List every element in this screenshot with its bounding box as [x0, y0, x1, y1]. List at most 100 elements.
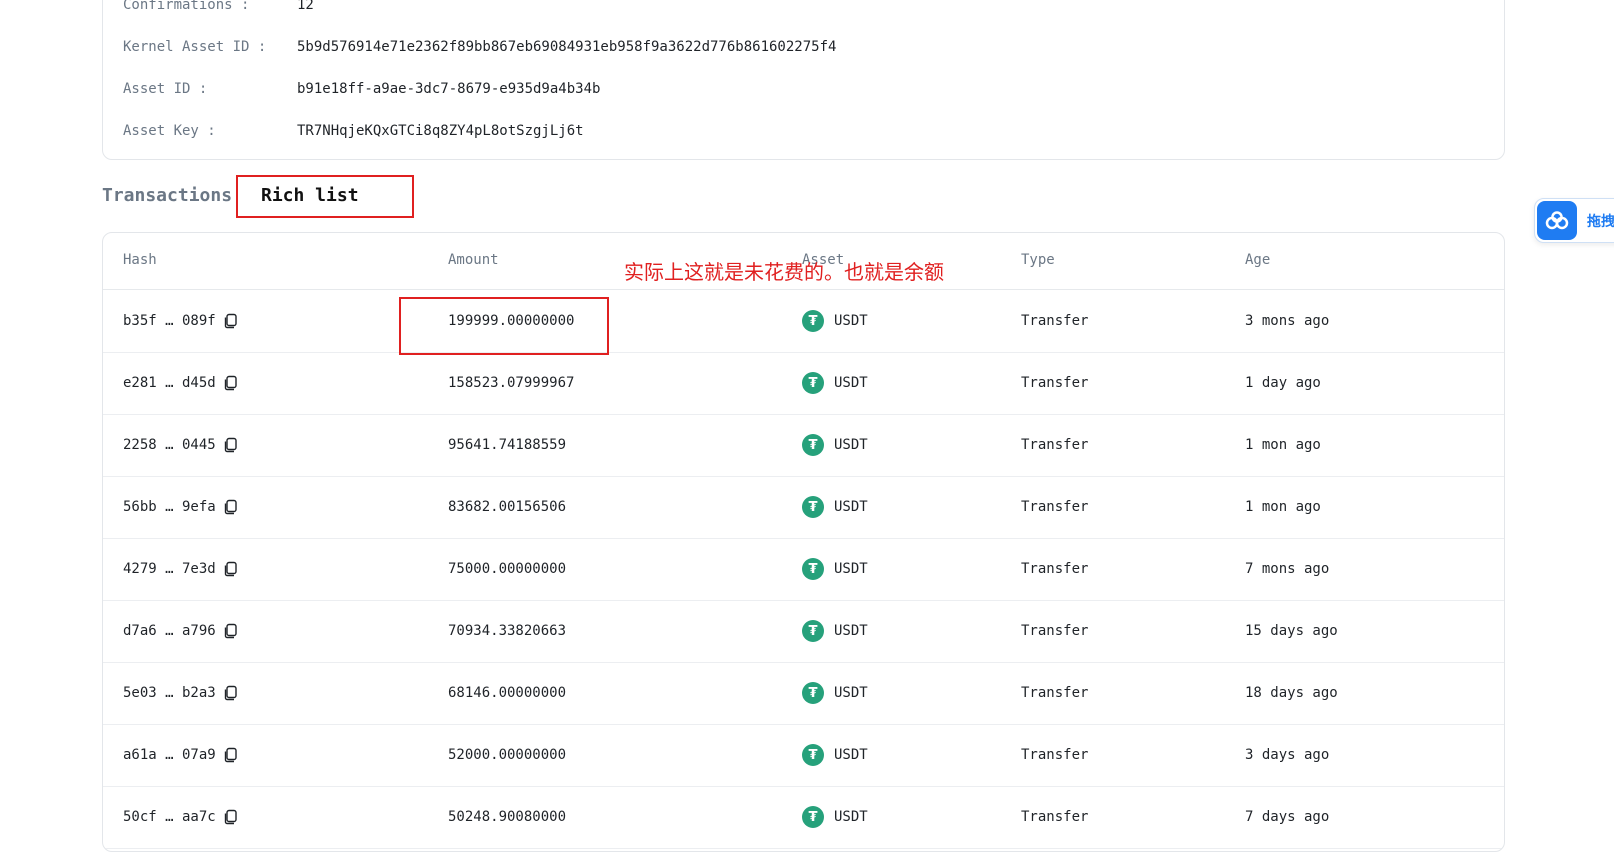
hash-link[interactable]: 5e03 … b2a3: [123, 685, 216, 701]
usdt-token-icon: ₮: [802, 434, 824, 456]
table-row[interactable]: e281 … d45d 158523.07999967 ₮ USDT Transfer 1…: [103, 352, 1504, 415]
amount-value: 95641.74188559: [448, 437, 567, 453]
usdt-token-icon: ₮: [802, 496, 824, 518]
hash-link[interactable]: 4279 … 7e3d: [123, 561, 216, 577]
type-cell: Transfer: [1021, 538, 1088, 600]
usdt-token-icon: ₮: [802, 558, 824, 580]
type-cell: Transfer: [1021, 352, 1088, 414]
asset-symbol: USDT: [834, 437, 868, 453]
kernel-asset-id-row: Kernel Asset ID : 5b9d576914e71e2362f89b…: [123, 37, 836, 57]
confirmations-row: Confirmations : 12: [123, 0, 314, 15]
type-cell: Transfer: [1021, 724, 1088, 786]
asset-symbol: USDT: [834, 809, 868, 825]
hash-cell: e281 … d45d: [123, 352, 238, 414]
type-value: Transfer: [1021, 623, 1089, 639]
amount-value: 52000.00000000: [448, 747, 567, 763]
asset-id-row: Asset ID : b91e18ff-a9ae-3dc7-8679-e935d…: [123, 79, 600, 99]
age-cell: 1 mon ago: [1245, 476, 1321, 538]
type-cell: Transfer: [1021, 476, 1088, 538]
asset-cell[interactable]: ₮ USDT: [802, 538, 868, 600]
asset-cell[interactable]: ₮ USDT: [802, 786, 868, 848]
hash-link[interactable]: a61a … 07a9: [123, 747, 216, 763]
table-row[interactable]: 4279 … 7e3d 75000.00000000 ₮ USDT Transfer 7 …: [103, 538, 1504, 601]
asset-cell[interactable]: ₮ USDT: [802, 476, 868, 538]
age-value: 1 mon ago: [1245, 499, 1321, 515]
asset-key-value: TR7NHqjeKQxGTCi8q8ZY4pL8otSzgjLj6t: [297, 123, 584, 139]
age-cell: 3 mons ago: [1245, 290, 1329, 352]
table-row[interactable]: 5e03 … b2a3 68146.00000000 ₮ USDT Transfer 18…: [103, 662, 1504, 725]
rich-list-table: Hash Amount Asset Type Age b35f … 089f 19…: [102, 232, 1505, 852]
type-cell: Transfer: [1021, 414, 1088, 476]
usdt-token-icon: ₮: [802, 310, 824, 332]
type-value: Transfer: [1021, 499, 1089, 515]
hash-link[interactable]: 56bb … 9efa: [123, 499, 216, 515]
table-row[interactable]: 2258 … 0445 95641.74188559 ₮ USDT Transfer 1 …: [103, 414, 1504, 477]
header-age: Age: [1245, 252, 1271, 268]
age-cell: 7 mons ago: [1245, 538, 1329, 600]
copy-icon[interactable]: [222, 809, 238, 825]
hash-cell: 2258 … 0445: [123, 414, 238, 476]
table-row[interactable]: 56bb … 9efa 83682.00156506 ₮ USDT Transfer 1 …: [103, 476, 1504, 539]
age-cell: 7 days ago: [1245, 786, 1329, 848]
copy-icon[interactable]: [222, 499, 238, 515]
copy-icon[interactable]: [222, 313, 238, 329]
copy-icon[interactable]: [222, 685, 238, 701]
asset-id-value: b91e18ff-a9ae-3dc7-8679-e935d9a4b34b: [297, 81, 601, 97]
type-cell: Transfer: [1021, 662, 1088, 724]
copy-icon[interactable]: [222, 623, 238, 639]
type-value: Transfer: [1021, 437, 1089, 453]
asset-key-label: Asset Key :: [123, 123, 216, 139]
asset-cell[interactable]: ₮ USDT: [802, 724, 868, 786]
floating-drag-widget[interactable]: 拖拽: [1534, 198, 1614, 243]
age-cell: 18 days ago: [1245, 662, 1338, 724]
type-value: Transfer: [1021, 747, 1089, 763]
annotation-box-tab: [236, 175, 414, 218]
amount-cell: 95641.74188559: [448, 414, 566, 476]
type-value: Transfer: [1021, 685, 1089, 701]
type-cell: Transfer: [1021, 600, 1088, 662]
copy-icon[interactable]: [222, 747, 238, 763]
header-hash: Hash: [123, 252, 157, 268]
asset-symbol: USDT: [834, 561, 868, 577]
asset-cell[interactable]: ₮ USDT: [802, 662, 868, 724]
hash-cell: 5e03 … b2a3: [123, 662, 238, 724]
table-row[interactable]: a61a … 07a9 52000.00000000 ₮ USDT Transfer 3 …: [103, 724, 1504, 787]
age-value: 1 day ago: [1245, 375, 1321, 391]
amount-cell: 158523.07999967: [448, 352, 574, 414]
amount-value: 83682.00156506: [448, 499, 567, 515]
confirmations-label: Confirmations :: [123, 0, 250, 13]
asset-cell[interactable]: ₮ USDT: [802, 290, 868, 352]
table-row[interactable]: 50cf … aa7c 50248.90080000 ₮ USDT Transfer 7 …: [103, 786, 1504, 849]
hash-link[interactable]: b35f … 089f: [123, 313, 216, 329]
asset-cell[interactable]: ₮ USDT: [802, 352, 868, 414]
table-row[interactable]: d7a6 … a796 70934.33820663 ₮ USDT Transfer 15…: [103, 600, 1504, 663]
annotation-box-amount: [399, 297, 609, 355]
copy-icon[interactable]: [222, 375, 238, 391]
usdt-token-icon: ₮: [802, 620, 824, 642]
age-value: 7 mons ago: [1245, 561, 1330, 577]
hash-cell: 4279 … 7e3d: [123, 538, 238, 600]
asset-symbol: USDT: [834, 375, 868, 391]
asset-symbol: USDT: [834, 313, 868, 329]
amount-value: 75000.00000000: [448, 561, 567, 577]
hash-link[interactable]: d7a6 … a796: [123, 623, 216, 639]
asset-cell[interactable]: ₮ USDT: [802, 414, 868, 476]
table-row[interactable]: b35f … 089f 199999.00000000 ₮ USDT Transfer 3…: [103, 290, 1504, 353]
usdt-token-icon: ₮: [802, 372, 824, 394]
tab-transactions[interactable]: Transactions: [102, 182, 232, 210]
widget-label: 拖拽: [1587, 214, 1614, 230]
copy-icon[interactable]: [222, 561, 238, 577]
hash-cell: b35f … 089f: [123, 290, 238, 352]
age-value: 7 days ago: [1245, 809, 1330, 825]
asset-cell[interactable]: ₮ USDT: [802, 600, 868, 662]
usdt-token-icon: ₮: [802, 806, 824, 828]
age-value: 3 days ago: [1245, 747, 1330, 763]
hash-link[interactable]: 2258 … 0445: [123, 437, 216, 453]
type-value: Transfer: [1021, 313, 1089, 329]
kernel-asset-id-value: 5b9d576914e71e2362f89bb867eb69084931eb95…: [297, 39, 837, 55]
hash-link[interactable]: e281 … d45d: [123, 375, 216, 391]
copy-icon[interactable]: [222, 437, 238, 453]
hash-link[interactable]: 50cf … aa7c: [123, 809, 216, 825]
amount-cell: 50248.90080000: [448, 786, 566, 848]
header-type: Type: [1021, 252, 1055, 268]
